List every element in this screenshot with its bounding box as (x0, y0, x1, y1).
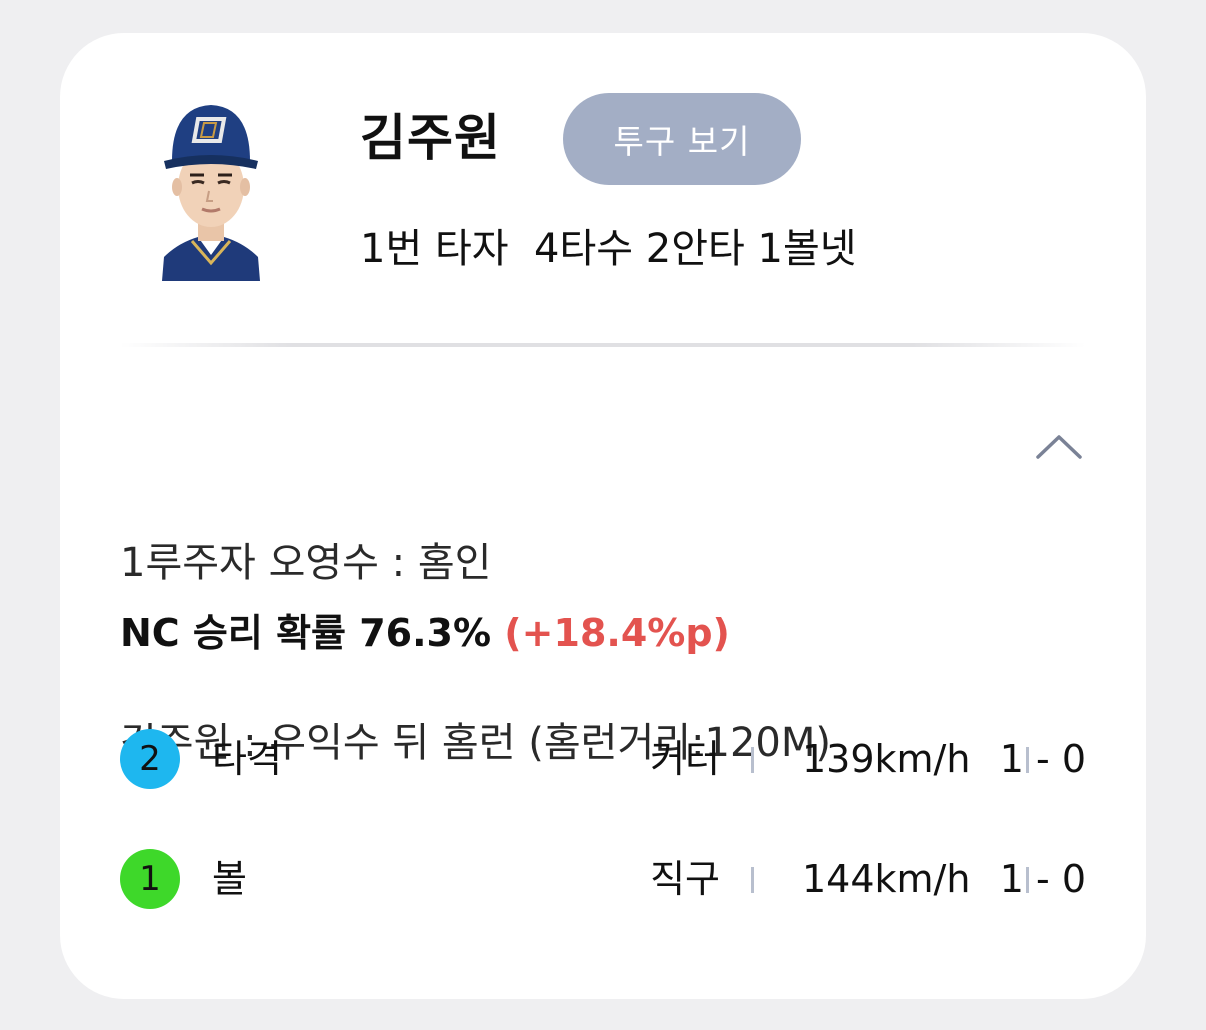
win-probability-delta: (+18.4%p) (504, 611, 730, 655)
pitch-result: 볼 (212, 857, 247, 901)
pitch-row: 1 볼 직구 144km/h 1 - 0 (120, 849, 1086, 909)
chevron-up-icon[interactable] (1034, 429, 1084, 465)
player-photo-icon (158, 95, 264, 281)
play-description-line: 1루주자 오영수 : 홈인 (120, 540, 492, 586)
play-card: 김주원 투구 보기 1번 타자 4타수 2안타 1볼넷 1루주자 오영수 : 홈… (60, 33, 1146, 999)
pitch-result: 타격 (212, 737, 282, 781)
pitch-speed: 144km/h (802, 857, 971, 901)
pitch-count: 1 - 0 (999, 857, 1086, 901)
view-pitches-button[interactable]: 투구 보기 (563, 93, 801, 185)
pitch-type: 직구 (650, 857, 720, 901)
separator (751, 867, 754, 893)
win-probability-label: NC 승리 확률 76.3% (120, 611, 492, 655)
separator (751, 747, 754, 773)
pitch-type: 커터 (650, 737, 720, 781)
divider (120, 343, 1086, 347)
player-name: 김주원 (360, 109, 501, 167)
pitch-number-badge: 1 (120, 849, 180, 909)
win-probability: NC 승리 확률 76.3% (+18.4%p) (120, 605, 730, 661)
batting-summary: 1번 타자 4타수 2안타 1볼넷 (360, 226, 857, 272)
pitch-number-badge: 2 (120, 729, 180, 789)
pitch-row: 2 타격 커터 139km/h 1 - 0 (120, 729, 1086, 789)
pitch-speed: 139km/h (802, 737, 971, 781)
pitch-count: 1 - 0 (999, 737, 1086, 781)
